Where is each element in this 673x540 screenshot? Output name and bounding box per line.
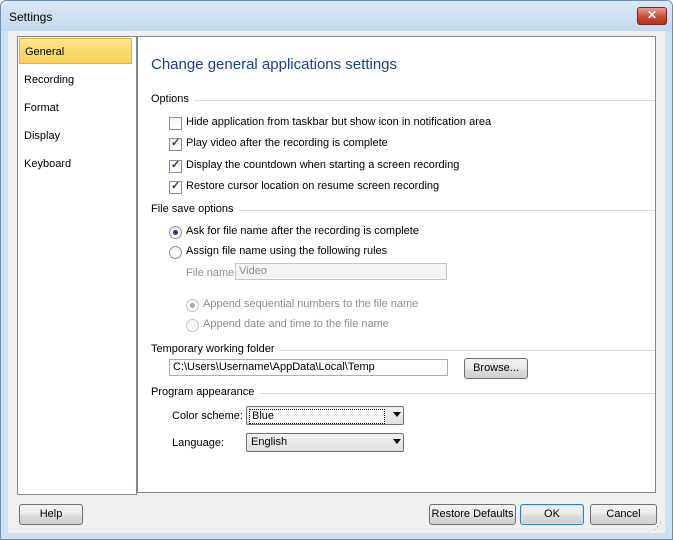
countdown-label: Display the countdown when starting a sc… <box>186 159 460 171</box>
radio-dot <box>190 303 195 308</box>
restore-defaults-button[interactable]: Restore Defaults <box>429 504 516 525</box>
hide-taskbar-checkbox[interactable] <box>169 117 182 130</box>
settings-window: Settings ✕ General Recording Format Disp… <box>0 0 673 540</box>
chevron-down-icon <box>393 412 401 417</box>
resize-grip-icon[interactable]: ⋰ <box>653 521 663 531</box>
settings-panel: Change general applications settings Opt… <box>137 36 656 493</box>
window-title: Settings <box>9 10 53 24</box>
file-name-input[interactable]: Video <box>235 263 447 280</box>
hide-taskbar-label: Hide application from taskbar but show i… <box>186 116 492 128</box>
nav-item-keyboard[interactable]: Keyboard <box>19 151 132 177</box>
ok-button[interactable]: OK <box>520 504 584 525</box>
options-divider <box>151 100 655 101</box>
countdown-checkbox[interactable]: ✓ <box>169 159 182 173</box>
append-sequential-radio[interactable] <box>186 299 199 312</box>
temp-folder-group-label: Temporary working folder <box>151 343 280 355</box>
ask-file-name-radio[interactable] <box>169 226 182 239</box>
assign-file-name-label: Assign file name using the following rul… <box>186 245 388 257</box>
checkmark-icon: ✓ <box>171 180 181 192</box>
color-scheme-value: Blue <box>249 409 385 424</box>
checkmark-icon: ✓ <box>171 159 181 171</box>
restore-cursor-checkbox[interactable]: ✓ <box>169 180 182 194</box>
cancel-button[interactable]: Cancel <box>590 504 657 525</box>
file-name-label: File name: <box>186 267 238 279</box>
close-icon: ✕ <box>646 8 658 22</box>
append-date-label: Append date and time to the file name <box>203 318 389 330</box>
title-bar[interactable]: Settings ✕ <box>1 1 672 31</box>
checkmark-icon: ✓ <box>171 137 181 149</box>
page-title: Change general applications settings <box>151 56 397 73</box>
append-date-radio[interactable] <box>186 319 199 332</box>
close-button[interactable]: ✕ <box>637 7 667 25</box>
ask-file-name-label: Ask for file name after the recording is… <box>186 225 419 237</box>
category-list: General Recording Format Display Keyboar… <box>17 36 137 495</box>
chevron-down-icon <box>393 439 401 444</box>
append-sequential-label: Append sequential numbers to the file na… <box>203 298 419 310</box>
nav-item-display[interactable]: Display <box>19 123 132 149</box>
language-label: Language: <box>172 437 224 449</box>
restore-cursor-label: Restore cursor location on resume screen… <box>186 180 440 192</box>
options-group-label: Options <box>151 93 194 105</box>
file-save-group-label: File save options <box>151 203 239 215</box>
temp-folder-input[interactable]: C:\Users\Username\AppData\Local\Temp <box>169 359 448 376</box>
language-dropdown[interactable]: English <box>246 433 404 452</box>
play-video-checkbox[interactable]: ✓ <box>169 137 182 151</box>
help-button[interactable]: Help <box>19 504 83 525</box>
color-scheme-dropdown[interactable]: Blue <box>246 406 404 425</box>
dialog-body: General Recording Format Display Keyboar… <box>8 31 665 533</box>
nav-item-general[interactable]: General <box>19 38 132 64</box>
play-video-label: Play video after the recording is comple… <box>186 137 388 149</box>
appearance-group-label: Program appearance <box>151 386 260 398</box>
radio-dot <box>173 230 178 235</box>
nav-item-recording[interactable]: Recording <box>19 67 132 93</box>
color-scheme-label: Color scheme: <box>172 410 243 422</box>
language-value: English <box>251 436 288 448</box>
assign-file-name-radio[interactable] <box>169 246 182 259</box>
nav-item-format[interactable]: Format <box>19 95 132 121</box>
browse-button[interactable]: Browse... <box>464 358 528 379</box>
